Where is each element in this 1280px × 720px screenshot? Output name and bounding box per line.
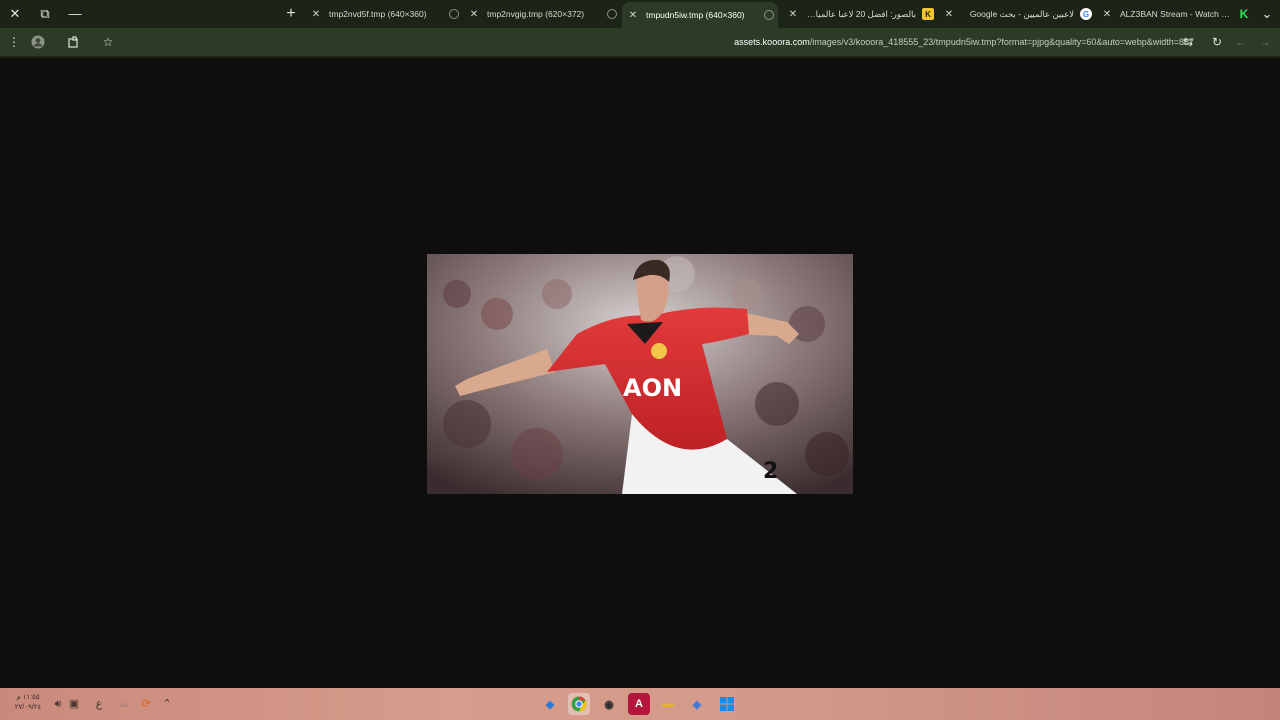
reload-icon[interactable]: ↻ xyxy=(1207,32,1227,52)
google-icon: G xyxy=(1080,8,1092,20)
acrobat-icon[interactable]: A xyxy=(628,693,650,715)
tab-strip: ✕ ⧉ — + ✕ tmp2nvd5f.tmp (640×360) ✕ tmp2… xyxy=(0,0,1280,28)
kooora-icon: K xyxy=(922,8,934,20)
restore-window-icon[interactable]: ⧉ xyxy=(34,4,56,24)
shirt-sponsor-text: AON xyxy=(623,374,682,402)
obs-icon[interactable]: ◉ xyxy=(598,693,620,715)
close-tab-icon[interactable]: ✕ xyxy=(786,9,800,20)
tab-5[interactable]: ✕ لاعبين عالميين - بحث Google G xyxy=(942,3,1092,25)
toolbar: ⋮ ☆ assets.kooora.com/images/v3/kooora_4… xyxy=(0,28,1280,56)
url-text[interactable]: assets.kooora.com/images/v3/kooora_41855… xyxy=(734,31,1194,53)
sync-icon[interactable]: ⟳ xyxy=(138,694,154,714)
tab-title: ALZ3BAN Stream - Watch Live xyxy=(1120,9,1237,19)
tab-search-icon[interactable]: ⌄ xyxy=(1256,4,1278,24)
new-tab-button[interactable]: + xyxy=(281,4,301,24)
kick-icon: K xyxy=(1239,7,1249,21)
tab-4[interactable]: ✕ بالصور: افضل 20 لاعبا عالميا فى K xyxy=(786,3,934,25)
url-host: assets.kooora.com xyxy=(734,37,810,47)
globe-icon xyxy=(607,9,617,19)
forward-arrow-icon[interactable]: → xyxy=(1255,32,1275,52)
close-window-icon[interactable]: ✕ xyxy=(4,4,26,24)
address-bar[interactable]: assets.kooora.com/images/v3/kooora_41855… xyxy=(120,31,1202,53)
tab-title: بالصور: افضل 20 لاعبا عالميا فى xyxy=(802,8,916,19)
footballer-illustration: AON 2 xyxy=(427,254,853,494)
close-tab-icon[interactable]: ✕ xyxy=(942,9,956,20)
system-clock[interactable]: ١١:٥٥ م ٢٧/٠٩/٢٤ xyxy=(8,693,48,713)
shirt-number-text: 2 xyxy=(763,459,778,484)
os-taskbar: ١١:٥٥ م ٢٧/٠٩/٢٤ 🔊︎ ▣ ع ☁ ⟳ ⌃ ◆ ◉ A ▬ ◈ xyxy=(0,688,1280,720)
tab-2[interactable]: ✕ tmp2nvgig.tmp (620×372) xyxy=(467,3,617,25)
app-launcher-icon[interactable]: ◆ xyxy=(539,693,561,715)
extensions-icon[interactable] xyxy=(64,32,84,52)
show-hidden-icons-chevron-icon[interactable]: ⌃ xyxy=(160,694,174,714)
tab-title: tmp2nvd5f.tmp (640×360) xyxy=(329,9,427,19)
language-indicator[interactable]: ع xyxy=(92,694,106,714)
url-path: /images/v3/kooora_418555_23/tmpudn5iw.tm… xyxy=(809,37,1194,47)
tab-1[interactable]: ✕ tmp2nvd5f.tmp (640×360) xyxy=(309,3,459,25)
clock-date: ٢٧/٠٩/٢٤ xyxy=(14,704,42,711)
tab-6[interactable]: ✕ ALZ3BAN Stream - Watch Live K xyxy=(1100,3,1250,25)
store-icon[interactable]: ◈ xyxy=(686,693,708,715)
onedrive-icon[interactable]: ☁ xyxy=(116,694,130,714)
close-tab-icon[interactable]: ✕ xyxy=(467,9,481,20)
tab-title: tmpudn5iw.tmp (640×360) xyxy=(646,10,745,20)
globe-icon xyxy=(449,9,459,19)
footballer-photo: AON 2 xyxy=(427,254,853,494)
profile-avatar-icon[interactable] xyxy=(28,32,48,52)
windows-start-icon[interactable] xyxy=(716,693,738,715)
site-settings-icon[interactable]: ⇆ xyxy=(1178,32,1198,52)
browser-window: ✕ ⧉ — + ✕ tmp2nvd5f.tmp (640×360) ✕ tmp2… xyxy=(0,0,1280,720)
back-arrow-icon[interactable]: ← xyxy=(1231,32,1251,52)
close-tab-icon[interactable]: ✕ xyxy=(1100,9,1114,20)
clock-time: ١١:٥٥ م xyxy=(16,694,40,701)
network-icon[interactable]: ▣ xyxy=(66,694,82,714)
tab-3-active[interactable]: ✕ tmpudn5iw.tmp (640×360) xyxy=(622,2,778,28)
tab-title: tmp2nvgig.tmp (620×372) xyxy=(487,9,585,19)
bookmark-star-icon[interactable]: ☆ xyxy=(98,32,118,52)
tab-title: لاعبين عالميين - بحث Google xyxy=(969,8,1074,19)
page-viewport: AON 2 xyxy=(0,58,1280,688)
close-tab-icon[interactable]: ✕ xyxy=(626,10,640,21)
menu-icon[interactable]: ⋮ xyxy=(4,32,24,52)
volume-icon[interactable]: 🔊︎ xyxy=(50,694,66,714)
chrome-icon[interactable] xyxy=(568,693,590,715)
file-explorer-icon[interactable]: ▬ xyxy=(657,693,679,715)
globe-icon xyxy=(764,10,774,20)
close-tab-icon[interactable]: ✕ xyxy=(309,9,323,20)
minimize-window-icon[interactable]: — xyxy=(64,4,86,24)
